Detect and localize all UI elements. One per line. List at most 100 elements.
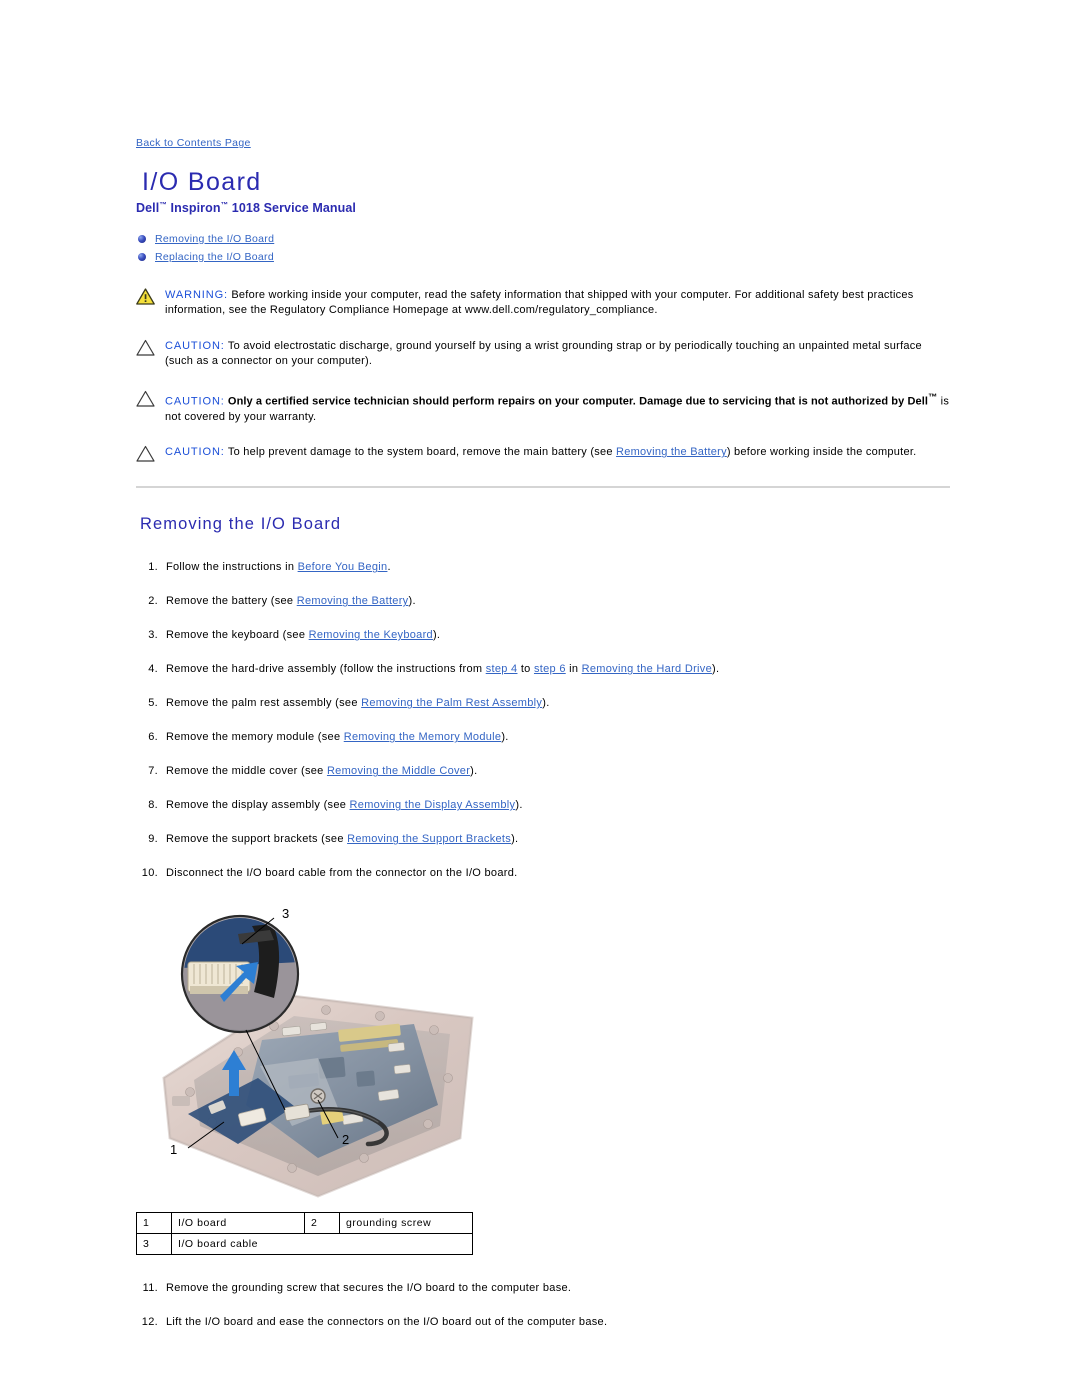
step-text-mid2: in — [565, 663, 582, 676]
toc-item-replacing[interactable]: Replacing the I/O Board — [138, 249, 950, 265]
caution-keyword: CAUTION: — [165, 446, 225, 459]
legend-index-1: 1 — [136, 1212, 172, 1235]
removing-the-battery-link[interactable]: Removing the Battery — [616, 446, 727, 458]
list-item: 10. Disconnect the I/O board cable from t… — [136, 866, 950, 881]
document-subtitle: Dell™ Inspiron™ 1018 Service Manual — [136, 200, 950, 215]
step-number: 6. — [148, 731, 158, 744]
bullet-icon — [138, 234, 146, 243]
step-number: 11. — [142, 1282, 158, 1295]
step-6-link[interactable]: step 6 — [534, 663, 566, 675]
list-item: 9. Remove the support brackets (see Remov… — [136, 832, 950, 847]
removal-steps-list: 1. Follow the instructions in Before You … — [136, 560, 950, 881]
removing-the-middle-cover-link[interactable]: Removing the Middle Cover — [327, 765, 470, 777]
step-text-b: ). — [470, 765, 478, 778]
step-text-a: Disconnect the I/O board cable from the … — [166, 867, 518, 880]
step-text-b: ). — [501, 731, 509, 744]
caution-notice-technician: CAUTION: Only a certified service techni… — [136, 389, 950, 426]
warning-keyword: WARNING: — [165, 288, 229, 301]
caution-keyword: CAUTION: — [165, 395, 225, 408]
table-of-contents: Removing the I/O Board Replacing the I/O… — [138, 231, 950, 265]
legend-index-3: 3 — [136, 1233, 172, 1256]
step-text-b: ). — [432, 629, 441, 642]
step-number: 5. — [148, 697, 158, 710]
removal-steps-list-continued: 11. Remove the grounding screw that secur… — [136, 1281, 950, 1330]
caution-text-battery: CAUTION: To help prevent damage to the s… — [165, 444, 916, 461]
list-item: 12. Lift the I/O board and ease the conne… — [136, 1315, 950, 1330]
figure-legend-table: 1 I/O board 2 grounding screw 3 I/O boar… — [136, 1212, 473, 1256]
legend-label-1: I/O board — [171, 1212, 305, 1235]
step-text-a: Remove the palm rest assembly (see — [166, 697, 362, 710]
warning-triangle-icon — [136, 288, 158, 310]
removing-the-support-brackets-link[interactable]: Removing the Support Brackets — [347, 833, 511, 845]
list-item: 7. Remove the middle cover (see Removing … — [136, 764, 950, 779]
step-text-a: Remove the support brackets (see — [166, 833, 348, 846]
back-to-contents-link[interactable]: Back to Contents Page — [136, 137, 251, 149]
step-text-mid: to — [517, 663, 534, 676]
step-number: 10. — [141, 867, 158, 880]
trademark-icon: ™ — [159, 199, 167, 209]
caution-body-bold: Only a certified service technician shou… — [224, 395, 929, 408]
step-text-b: ). — [408, 595, 416, 608]
list-item: 1. Follow the instructions in Before You … — [136, 560, 950, 575]
step-number: 4. — [148, 663, 158, 676]
step-number: 2. — [148, 595, 158, 608]
list-item: 4. Remove the hard-drive assembly (follow… — [136, 662, 950, 677]
bullet-icon — [138, 252, 146, 261]
section-divider — [136, 486, 950, 489]
step-text-a: Remove the battery (see — [166, 595, 297, 608]
caution-body-a: To help prevent damage to the system boa… — [224, 446, 617, 459]
step-4-link[interactable]: step 4 — [486, 663, 518, 675]
toc-link-replacing[interactable]: Replacing the I/O Board — [155, 251, 274, 263]
table-row: 3 I/O board cable — [136, 1233, 473, 1256]
io-board-photo: 3 1 2 — [162, 906, 474, 1198]
removing-the-keyboard-link[interactable]: Removing the Keyboard — [309, 629, 433, 641]
notices-block: WARNING: Before working inside your comp… — [136, 287, 950, 468]
list-item: 2. Remove the battery (see Removing the B… — [136, 594, 950, 609]
before-you-begin-link[interactable]: Before You Begin — [298, 561, 388, 573]
step-text-a: Remove the hard-drive assembly (follow t… — [166, 663, 486, 676]
removing-the-palm-rest-assembly-link[interactable]: Removing the Palm Rest Assembly — [361, 697, 542, 709]
caution-body-b: ) before working inside the computer. — [726, 446, 917, 459]
table-row: 1 I/O board 2 grounding screw — [136, 1212, 473, 1235]
subtitle-product: Inspiron — [166, 200, 221, 215]
step-text-a: Follow the instructions in — [166, 561, 298, 574]
trademark-icon: ™ — [928, 391, 938, 402]
step-number: 3. — [148, 629, 158, 642]
caution-triangle-icon — [136, 390, 158, 412]
caution-notice-esd: CAUTION: To avoid electrostatic discharg… — [136, 338, 950, 370]
warning-text: WARNING: Before working inside your comp… — [165, 287, 950, 319]
step-text-b: ). — [542, 697, 550, 710]
caution-text-esd: CAUTION: To avoid electrostatic discharg… — [165, 338, 950, 370]
legend-index-2: 2 — [304, 1212, 340, 1235]
step-text-a: Remove the keyboard (see — [166, 629, 309, 642]
step-number: 1. — [148, 561, 158, 574]
legend-label-3: I/O board cable — [171, 1233, 473, 1256]
caution-body: To avoid electrostatic discharge, ground… — [165, 339, 922, 368]
caution-text-technician: CAUTION: Only a certified service techni… — [165, 389, 950, 426]
caution-keyword: CAUTION: — [165, 339, 225, 352]
step-text-b: ). — [515, 799, 523, 812]
figure-callout-2: 2 — [342, 1132, 349, 1147]
removing-the-memory-module-link[interactable]: Removing the Memory Module — [344, 731, 502, 743]
step-text-a: Remove the memory module (see — [166, 731, 344, 744]
toc-link-removing[interactable]: Removing the I/O Board — [155, 233, 274, 245]
section-heading-removing: Removing the I/O Board — [140, 515, 342, 534]
list-item: 8. Remove the display assembly (see Remov… — [136, 798, 950, 813]
step-number: 12. — [141, 1316, 158, 1329]
figure-callout-1: 1 — [170, 1142, 177, 1157]
toc-item-removing[interactable]: Removing the I/O Board — [138, 231, 950, 247]
step-text-b: . — [387, 561, 391, 574]
step-number: 7. — [148, 765, 158, 778]
legend-label-2: grounding screw — [339, 1212, 473, 1235]
removing-the-display-assembly-link[interactable]: Removing the Display Assembly — [350, 799, 516, 811]
step-text-b: ). — [712, 663, 720, 676]
removing-the-battery-link[interactable]: Removing the Battery — [297, 595, 409, 607]
caution-triangle-icon — [136, 445, 158, 467]
removing-the-hard-drive-link[interactable]: Removing the Hard Drive — [582, 663, 712, 675]
document-page: Back to Contents Page I/O Board Dell™ In… — [136, 133, 950, 1349]
page-title: I/O Board — [142, 168, 262, 196]
caution-triangle-icon — [136, 339, 158, 361]
subtitle-model: 1018 Service Manual — [228, 200, 357, 215]
list-item: 5. Remove the palm rest assembly (see Rem… — [136, 696, 950, 711]
step-text-a: Remove the middle cover (see — [166, 765, 327, 778]
